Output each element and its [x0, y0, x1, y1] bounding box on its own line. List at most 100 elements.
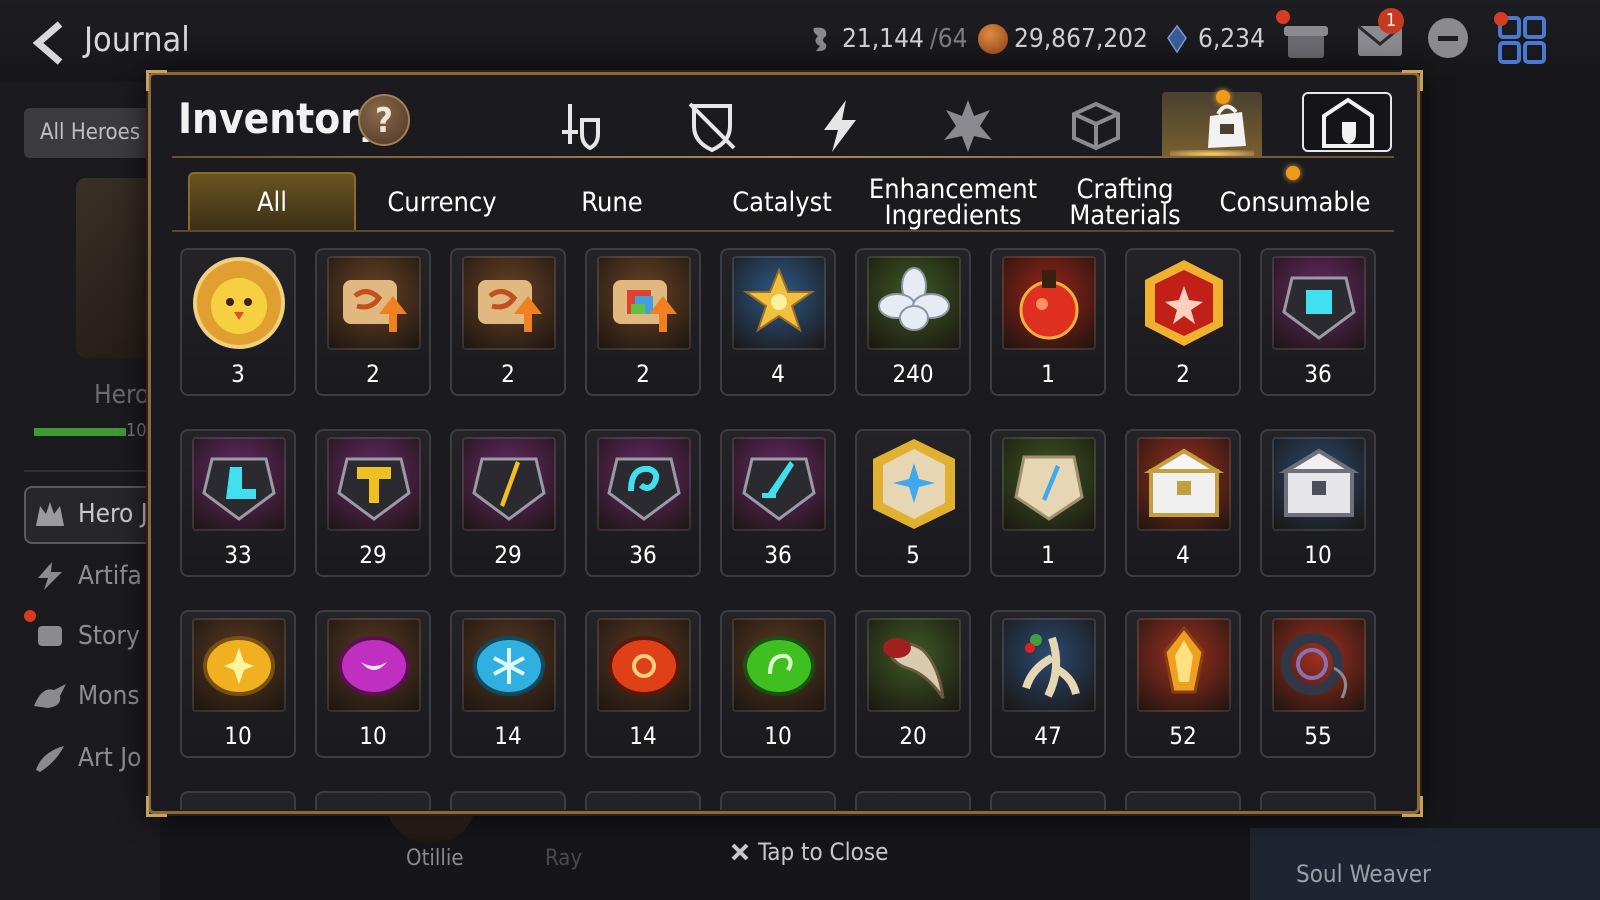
- inventory-item-partial[interactable]: [180, 791, 296, 810]
- rune-icon[interactable]: [938, 96, 998, 156]
- scroll-icon: [38, 626, 62, 646]
- inventory-item-ginseng[interactable]: 47: [990, 610, 1106, 758]
- house-icon[interactable]: [1318, 94, 1378, 154]
- inventory-item-armor-stone[interactable]: 36: [1260, 248, 1376, 396]
- inventory-item-partial[interactable]: [855, 791, 971, 810]
- item-count: 1: [1041, 541, 1055, 569]
- scroll-rainbow-icon: [613, 280, 677, 332]
- tab-label: Rune: [581, 187, 643, 218]
- inventory-item-gold-flower[interactable]: 4: [720, 248, 836, 396]
- tab-catalyst[interactable]: Catalyst: [710, 176, 854, 230]
- inventory-item-green-rune[interactable]: 10: [720, 610, 836, 758]
- item-count: 36: [629, 541, 657, 569]
- inventory-item-partial[interactable]: [450, 791, 566, 810]
- gold-coin-icon: [978, 24, 1008, 54]
- inventory-item-sword-stone[interactable]: 36: [720, 429, 836, 577]
- inventory-item-partial[interactable]: [990, 791, 1106, 810]
- tab-label: All: [256, 187, 288, 218]
- inventory-item-cyan-rune[interactable]: 14: [450, 610, 566, 758]
- inventory-item-star-stone-hex[interactable]: 5: [855, 429, 971, 577]
- item-count: 29: [494, 541, 522, 569]
- tab-crafting-materials[interactable]: Crafting Materials: [1050, 176, 1200, 230]
- dragon-icon: [34, 684, 66, 708]
- inventory-item-flame-crystal[interactable]: 52: [1125, 610, 1241, 758]
- crystal-icon: [1167, 24, 1187, 54]
- item-grid: 3 2 2 2 4 240 1 2 36 33 29 29 36 36 5 1 4 10 10 10 14 14 10 20 4…: [170, 240, 1386, 810]
- no-gear-icon[interactable]: [682, 96, 742, 156]
- item-count: 2: [1176, 360, 1190, 388]
- item-count: 3: [231, 360, 245, 388]
- sidebar-item-art-journal[interactable]: Art Jo: [32, 742, 141, 774]
- green-rune-icon: [743, 636, 815, 696]
- inventory-item-yellow-rune[interactable]: 10: [180, 610, 296, 758]
- armor-stone-icon: [1282, 276, 1356, 340]
- hero-gear-icon[interactable]: [552, 96, 612, 156]
- hero-icon: [36, 502, 64, 526]
- right-background: [1430, 82, 1600, 900]
- help-button[interactable]: ?: [358, 94, 410, 146]
- stamina-cap: /64: [929, 24, 968, 54]
- progress-bar: [34, 428, 126, 436]
- gold-chest-icon: [1143, 448, 1225, 517]
- inventory-item-tablet-stone[interactable]: 1: [990, 429, 1106, 577]
- close-icon: [731, 843, 749, 861]
- item-count: 36: [764, 541, 792, 569]
- inventory-item-scroll-up[interactable]: 2: [315, 248, 431, 396]
- yellow-rune-icon: [203, 636, 275, 696]
- inventory-item-red-potion[interactable]: 1: [990, 248, 1106, 396]
- tab-consumable[interactable]: Consumable: [1210, 176, 1380, 230]
- inventory-item-silver-flower[interactable]: 240: [855, 248, 971, 396]
- tab-rune[interactable]: Rune: [540, 176, 684, 230]
- inventory-item-partial[interactable]: [1125, 791, 1241, 810]
- bag-icon[interactable]: [1196, 96, 1256, 156]
- tab-all[interactable]: All: [188, 176, 356, 230]
- consumable-notification-dot: [1286, 166, 1300, 180]
- scroll-up-icon: [343, 280, 407, 332]
- item-count: 33: [224, 541, 252, 569]
- inventory-item-partial[interactable]: [720, 791, 836, 810]
- inventory-item-silver-chest[interactable]: 10: [1260, 429, 1376, 577]
- stamina-icon: [813, 27, 827, 52]
- inventory-item-purple-rune[interactable]: 10: [315, 610, 431, 758]
- inventory-item-gold-chest[interactable]: 4: [1125, 429, 1241, 577]
- inventory-item-chick-token[interactable]: 3: [180, 248, 296, 396]
- gold-value: 29,867,202: [1014, 24, 1148, 54]
- item-count: 2: [366, 360, 380, 388]
- lightning-icon: [38, 562, 62, 590]
- inventory-item-partial[interactable]: [1260, 791, 1376, 810]
- inventory-item-red-rune[interactable]: 14: [585, 610, 701, 758]
- item-count: 29: [359, 541, 387, 569]
- tab-currency[interactable]: Currency: [370, 176, 514, 230]
- silver-flower-icon: [878, 267, 950, 331]
- inventory-item-blade-stone[interactable]: 29: [450, 429, 566, 577]
- claw-icon: [883, 638, 945, 699]
- chat-icon[interactable]: [1422, 14, 1474, 66]
- ring-coil-icon: [1281, 633, 1348, 699]
- inventory-item-swirl-stone[interactable]: 36: [585, 429, 701, 577]
- inventory-item-scroll-up[interactable]: 2: [450, 248, 566, 396]
- sidebar-item-artifact[interactable]: Artifa: [32, 560, 142, 592]
- item-count: 5: [906, 541, 920, 569]
- cube-icon[interactable]: [1066, 96, 1126, 156]
- title-divider: [172, 156, 1394, 158]
- inventory-item-partial[interactable]: [585, 791, 701, 810]
- sidebar-item-monster[interactable]: Mons: [32, 680, 140, 712]
- inventory-item-hammer-stone[interactable]: 29: [315, 429, 431, 577]
- item-count: 52: [1169, 722, 1197, 750]
- sidebar-item-hero-journal[interactable]: Hero J: [32, 498, 148, 530]
- close-hint[interactable]: Tap to Close: [730, 838, 888, 866]
- back-arrow-icon[interactable]: [26, 18, 76, 68]
- inventory-item-red-gem-hex[interactable]: 2: [1125, 248, 1241, 396]
- corner-ornament: [146, 70, 167, 91]
- inventory-item-claw[interactable]: 20: [855, 610, 971, 758]
- inventory-item-boot-stone[interactable]: 33: [180, 429, 296, 577]
- item-count: 240: [892, 360, 934, 388]
- inventory-item-scroll-rainbow[interactable]: 2: [585, 248, 701, 396]
- inventory-item-ring-coil[interactable]: 55: [1260, 610, 1376, 758]
- item-count: 14: [629, 722, 657, 750]
- sidebar-item-story[interactable]: Story: [32, 620, 140, 652]
- page-title: Journal: [84, 20, 190, 60]
- tab-enhancement-ingredients[interactable]: Enhancement Ingredients: [868, 176, 1038, 230]
- inventory-item-partial[interactable]: [315, 791, 431, 810]
- artifact-icon[interactable]: [810, 96, 870, 156]
